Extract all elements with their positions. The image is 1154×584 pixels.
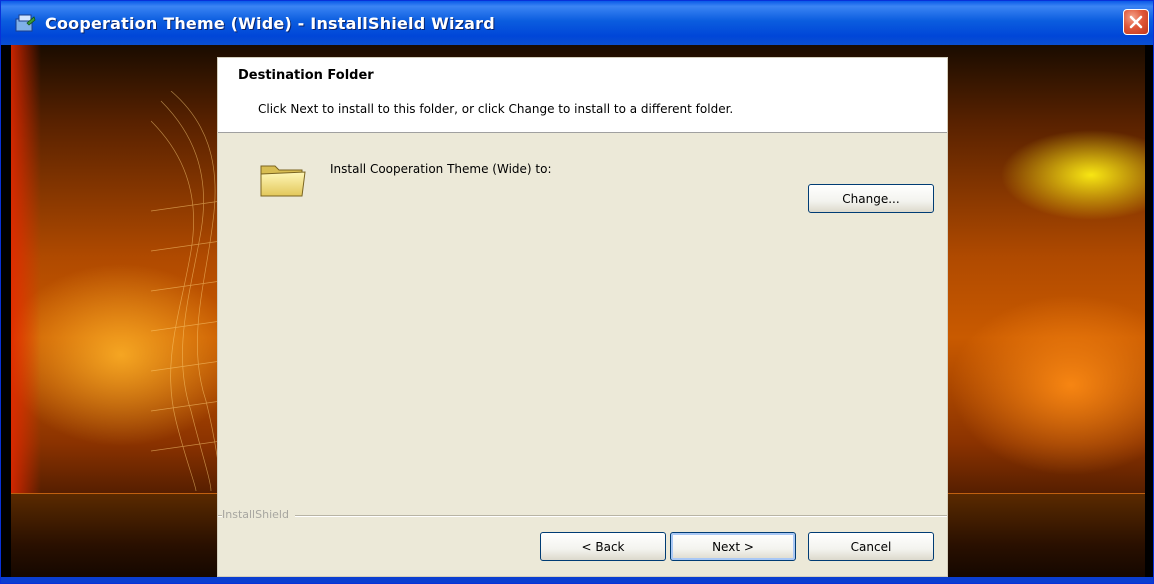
background-glow (11, 45, 41, 495)
installshield-brand-label: InstallShield (222, 508, 295, 521)
wireframe-figure-art (151, 91, 221, 491)
page-subtitle: Click Next to install to this folder, or… (258, 102, 734, 116)
installer-window: Cooperation Theme (Wide) - InstallShield… (0, 0, 1154, 584)
cancel-button[interactable]: Cancel (808, 532, 934, 561)
wizard-header: Destination Folder Click Next to install… (218, 58, 947, 133)
next-button[interactable]: Next > (670, 532, 796, 561)
window-frame-left (1, 45, 11, 577)
change-button[interactable]: Change... (808, 184, 934, 213)
install-destination-label: Install Cooperation Theme (Wide) to: (330, 162, 552, 176)
back-button[interactable]: < Back (540, 532, 666, 561)
close-button[interactable] (1123, 9, 1149, 35)
window-title: Cooperation Theme (Wide) - InstallShield… (45, 13, 495, 33)
folder-icon (258, 158, 308, 200)
close-icon (1129, 15, 1143, 29)
page-title: Destination Folder (238, 68, 374, 83)
title-bar[interactable]: Cooperation Theme (Wide) - InstallShield… (1, 1, 1153, 45)
separator-rule (218, 515, 947, 517)
installshield-separator: InstallShield (218, 508, 947, 522)
installer-app-icon (13, 11, 37, 35)
wizard-dialog: Destination Folder Click Next to install… (217, 57, 948, 577)
window-frame-bottom (1, 577, 1153, 583)
